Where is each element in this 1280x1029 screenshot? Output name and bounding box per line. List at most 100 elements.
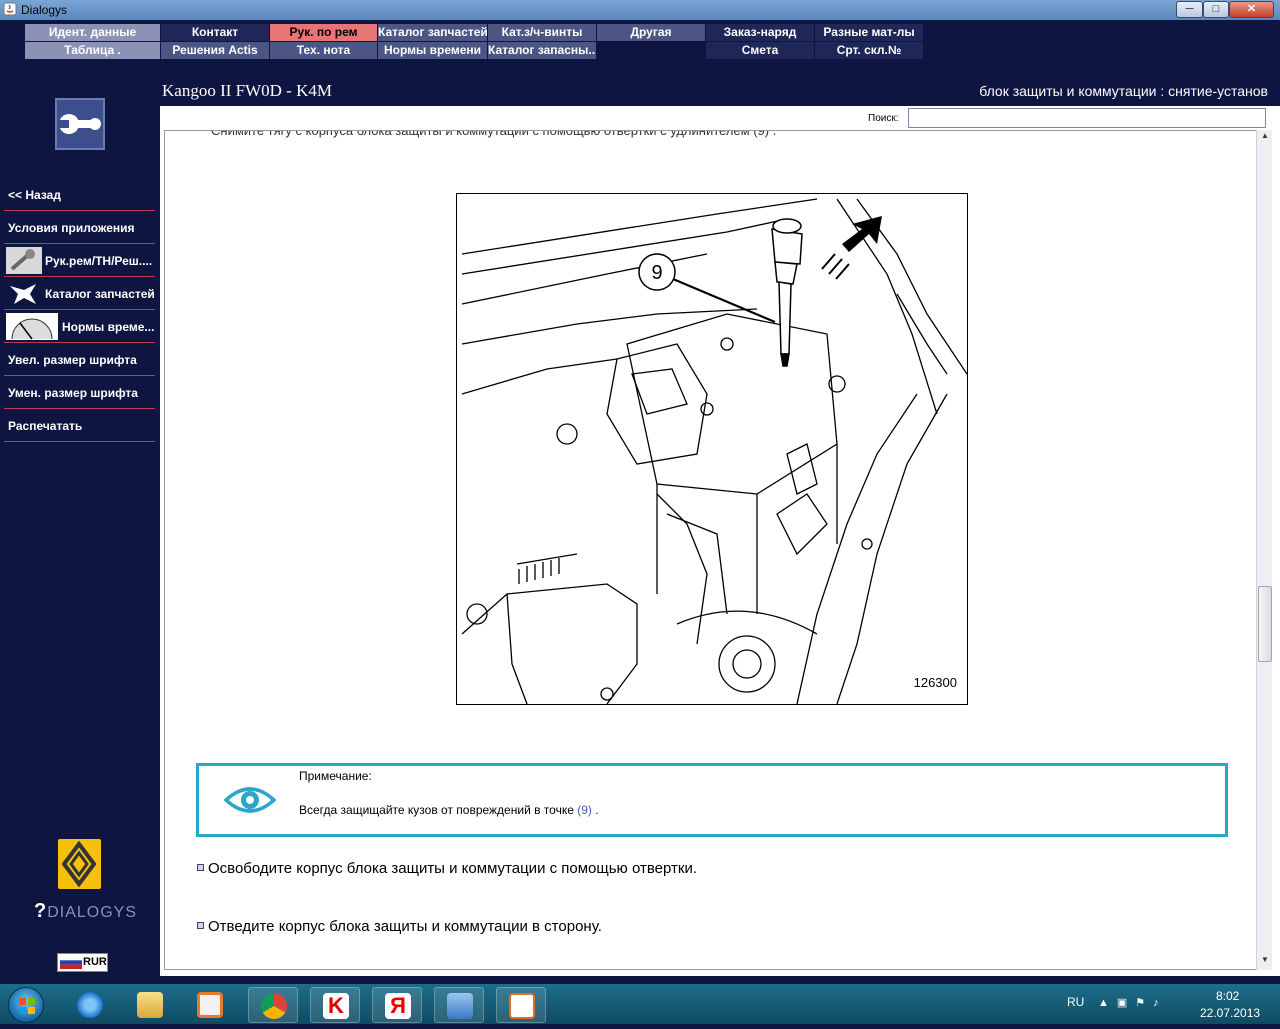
dialogys-brand: DIALOGYS (47, 904, 138, 921)
scroll-up-icon[interactable]: ▲ (1259, 131, 1271, 145)
yandex-icon: Я (385, 993, 411, 1019)
menu-work-order[interactable]: Заказ-наряд (706, 24, 814, 41)
chrome-icon (261, 993, 287, 1019)
menu-spare-catalog[interactable]: Каталог запасны... (488, 42, 596, 59)
nav-increase-font[interactable]: Увел. размер шрифта (4, 343, 155, 376)
minimize-button[interactable]: ─ (1176, 1, 1203, 18)
spare-part-icon (10, 284, 36, 304)
note-text: Всегда защищайте кузов от повреждений в … (299, 803, 599, 817)
kaspersky-icon: K (323, 993, 349, 1019)
menu-warehouse-number[interactable]: Срт. скл.№ (815, 42, 923, 59)
wrench-logo-icon (57, 114, 101, 134)
show-hidden-icon[interactable]: ▲ (1098, 997, 1117, 1009)
menu-actis-solutions[interactable]: Решения Actis (161, 42, 269, 59)
search-input[interactable] (908, 108, 1266, 128)
dialogys-logo: ?DIALOGYS (34, 900, 137, 923)
window-titlebar: Dialogys ─ □ ✕ (0, 0, 1280, 20)
windows-logo-icon (19, 998, 35, 1014)
media-player-icon (197, 992, 223, 1018)
step-text: Отведите корпус блока защиты и коммутаци… (208, 918, 602, 935)
bullet-icon (197, 922, 204, 929)
top-menu: Идент. данные Контакт Рук. по рем Катало… (0, 20, 1280, 80)
repair-figure: 9 126300 (456, 193, 968, 705)
system-tray: RU ▲▣⚑♪ 8:02 22.07.2013 (1058, 984, 1280, 1024)
list-item: Освободите корпус блока защиты и коммута… (197, 860, 697, 877)
close-button[interactable]: ✕ (1229, 1, 1274, 18)
note-suffix: . (591, 803, 599, 817)
note-reference-link[interactable]: (9) (577, 803, 592, 817)
wrench-icon (6, 247, 42, 274)
language-selector[interactable]: RUR (57, 953, 108, 972)
vehicle-title: Kangoo II FW0D - K4M (162, 81, 332, 100)
scroll-thumb[interactable] (1258, 586, 1272, 662)
menu-tech-note[interactable]: Тех. нота (270, 42, 377, 59)
question-mark-icon: ? (34, 900, 48, 922)
java-icon (3, 2, 17, 16)
taskbar-chrome[interactable] (248, 987, 298, 1023)
tray-icons: ▲▣⚑♪ (1098, 996, 1167, 1009)
menu-estimate[interactable]: Смета (706, 42, 814, 59)
keyboard-language[interactable]: RU (1067, 995, 1084, 1009)
nav-print[interactable]: Распечатать (4, 409, 155, 442)
menu-repair-manual[interactable]: Рук. по рем (270, 24, 377, 41)
menu-ident-data[interactable]: Идент. данные (25, 24, 160, 41)
stopwatch-icon (6, 313, 58, 340)
volume-icon[interactable]: ♪ (1153, 997, 1167, 1009)
nav-decrease-font[interactable]: Умен. размер шрифта (4, 376, 155, 409)
menu-table[interactable]: Таблица . (25, 42, 160, 59)
nav-parts-catalog[interactable]: Каталог запчастей (4, 277, 155, 310)
nav-back[interactable]: << Назад (4, 178, 155, 211)
clock-date[interactable]: 22.07.2013 (1200, 1006, 1260, 1020)
taskbar-media-player[interactable] (185, 987, 235, 1023)
nav-print-label: Распечатать (8, 419, 83, 433)
start-button[interactable] (8, 987, 44, 1023)
taskbar-speaker-app[interactable] (434, 987, 484, 1023)
repair-tools-logo (55, 98, 105, 150)
search-label: Поиск: (868, 113, 899, 124)
figure-number: 126300 (913, 675, 957, 690)
menu-contact[interactable]: Контакт (161, 24, 269, 41)
nav-application-conditions[interactable]: Условия приложения (4, 211, 155, 244)
action-center-icon[interactable]: ⚑ (1135, 997, 1153, 1009)
taskbar-yandex[interactable]: Я (372, 987, 422, 1023)
window-title: Dialogys (21, 3, 68, 17)
scroll-down-icon[interactable]: ▼ (1259, 955, 1271, 969)
document-pane[interactable]: Снимите тягу с корпуса блока защиты и ко… (164, 130, 1258, 970)
list-item: Отведите корпус блока защиты и коммутаци… (197, 918, 602, 935)
menu-parts-catalog[interactable]: Каталог запчастей (378, 24, 487, 41)
nav-labour-times[interactable]: Нормы време... (4, 310, 155, 343)
maximize-button[interactable]: □ (1203, 1, 1229, 18)
sidebar: << Назад Условия приложения Рук.рем/ТН/Р… (0, 80, 160, 976)
file-manager-icon (137, 992, 163, 1018)
menu-misc-materials[interactable]: Разные мат-лы (815, 24, 923, 41)
taskbar-kaspersky[interactable]: K (310, 987, 360, 1023)
bullet-icon (197, 864, 204, 871)
nav-repair-manual-label: Рук.рем/ТН/Реш.... (45, 254, 153, 268)
renault-diamond-icon (61, 840, 97, 888)
note-title: Примечание: (299, 769, 372, 783)
menu-other[interactable]: Другая (597, 24, 705, 41)
network-icon[interactable]: ▣ (1117, 997, 1135, 1009)
language-code: RUR (83, 956, 107, 968)
eye-icon (224, 787, 276, 813)
nav-application-conditions-label: Условия приложения (8, 221, 135, 235)
taskbar-java[interactable] (496, 987, 546, 1023)
russia-flag-icon (60, 956, 82, 969)
taskbar-explorer[interactable] (125, 987, 175, 1023)
vertical-scrollbar[interactable]: ▲ ▼ (1256, 130, 1272, 970)
note-body: Всегда защищайте кузов от повреждений в … (299, 803, 574, 817)
document-header: Kangoo II FW0D - K4M блок защиты и комму… (160, 80, 1280, 106)
java-icon (509, 993, 535, 1019)
nav-decrease-font-label: Умен. размер шрифта (8, 386, 138, 400)
menu-labour-times[interactable]: Нормы времени (378, 42, 487, 59)
renault-logo (58, 839, 101, 889)
search-bar: Поиск: (160, 106, 1280, 130)
taskbar-ie[interactable] (65, 987, 115, 1023)
note-box: Примечание: Всегда защищайте кузов от по… (196, 763, 1228, 837)
section-title: блок защиты и коммутации : снятие-устано… (979, 83, 1268, 99)
nav-repair-manual[interactable]: Рук.рем/ТН/Реш.... (4, 244, 155, 277)
clock-time[interactable]: 8:02 (1216, 989, 1239, 1003)
menu-parts-screws[interactable]: Кат.з/ч-винты (488, 24, 596, 41)
step-text: Освободите корпус блока защиты и коммута… (208, 860, 697, 877)
instruction-cut-off: Снимите тягу с корпуса блока защиты и ко… (211, 130, 777, 138)
